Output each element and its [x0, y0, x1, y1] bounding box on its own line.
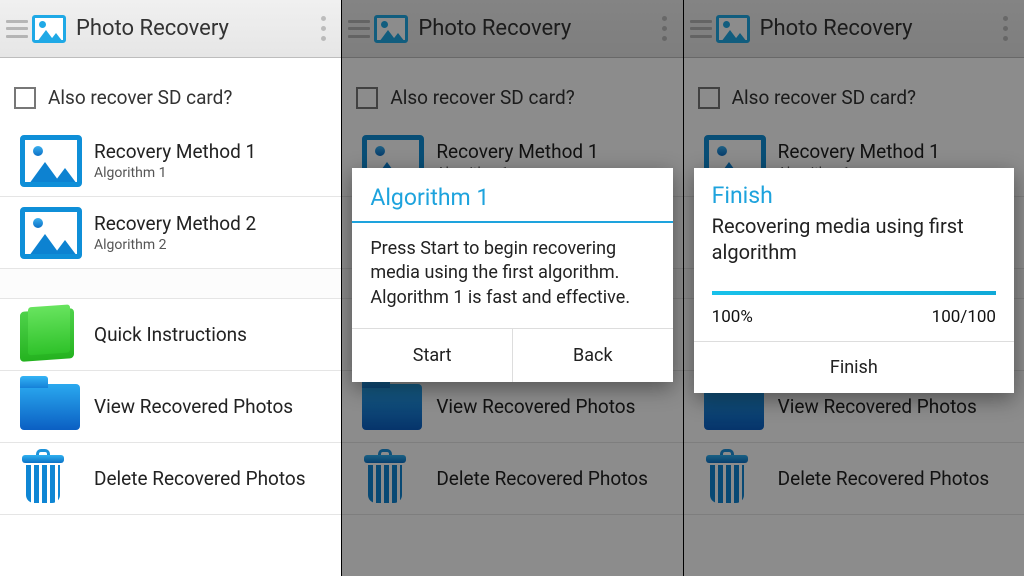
progress-dialog: Finish Recovering media using first algo… — [694, 168, 1014, 393]
back-button[interactable]: Back — [512, 329, 673, 382]
recovery-method-2[interactable]: Recovery Method 2 Algorithm 2 — [0, 197, 341, 269]
method-2-sub: Algorithm 2 — [94, 237, 256, 253]
progress-percent: 100% — [712, 307, 753, 327]
overflow-menu-icon[interactable] — [655, 16, 675, 41]
sdcard-checkbox-row: Also recover SD card? — [684, 76, 1024, 125]
hamburger-icon[interactable] — [6, 20, 28, 38]
recovery-method-1[interactable]: Recovery Method 1 Algorithm 1 — [0, 125, 341, 197]
progress-stats: 100% 100/100 — [694, 301, 1014, 341]
titlebar: Photo Recovery — [0, 0, 341, 58]
hamburger-icon[interactable] — [690, 20, 712, 38]
dialog-divider — [352, 221, 672, 223]
overflow-menu-icon[interactable] — [313, 16, 333, 41]
start-button[interactable]: Start — [352, 329, 512, 382]
instructions-label: Quick Instructions — [94, 323, 247, 346]
book-icon — [20, 308, 74, 362]
view-recovered[interactable]: View Recovered Photos — [0, 371, 341, 443]
app-title: Photo Recovery — [76, 16, 313, 41]
folder-icon — [20, 384, 80, 430]
progress-title: Finish — [694, 168, 1014, 213]
sdcard-checkbox-row[interactable]: Also recover SD card? — [0, 76, 341, 125]
app-title: Photo Recovery — [760, 16, 996, 41]
sdcard-label: Also recover SD card? — [390, 86, 574, 109]
titlebar: Photo Recovery — [684, 0, 1024, 58]
hamburger-icon[interactable] — [348, 20, 370, 38]
checkbox-icon — [698, 87, 720, 109]
quick-instructions[interactable]: Quick Instructions — [0, 299, 341, 371]
method-1-label: Recovery Method 1 — [94, 140, 256, 163]
delete-recovered: Delete Recovered Photos — [342, 443, 682, 515]
app-logo-icon — [716, 15, 750, 43]
delete-recovered[interactable]: Delete Recovered Photos — [0, 443, 341, 515]
dialog-title: Algorithm 1 — [352, 168, 672, 221]
finish-button[interactable]: Finish — [694, 341, 1014, 393]
sdcard-label: Also recover SD card? — [48, 86, 232, 109]
method-1-sub: Algorithm 1 — [94, 165, 256, 181]
progress-bar — [712, 291, 996, 295]
progress-count: 100/100 — [932, 307, 996, 327]
photo-icon — [20, 135, 82, 187]
sdcard-checkbox-row: Also recover SD card? — [342, 76, 682, 125]
algorithm-dialog: Algorithm 1 Press Start to begin recover… — [352, 168, 672, 382]
checkbox-icon[interactable] — [14, 87, 36, 109]
trash-icon — [704, 455, 750, 503]
dialog-buttons: Start Back — [352, 328, 672, 382]
photo-icon — [20, 207, 82, 259]
screen-main: Photo Recovery Also recover SD card? Rec… — [0, 0, 341, 576]
trash-icon — [20, 455, 66, 503]
main-content: Also recover SD card? Recovery Method 1 … — [0, 58, 341, 515]
delete-recovered: Delete Recovered Photos — [684, 443, 1024, 515]
screen-progress-dialog: Photo Recovery Also recover SD card? Rec… — [683, 0, 1024, 576]
delete-label: Delete Recovered Photos — [94, 467, 306, 490]
method-2-label: Recovery Method 2 — [94, 212, 256, 235]
folder-icon — [362, 384, 422, 430]
overflow-menu-icon[interactable] — [996, 16, 1016, 41]
progress-message: Recovering media using first algorithm — [694, 213, 1014, 265]
app-logo-icon — [374, 15, 408, 43]
view-label: View Recovered Photos — [94, 395, 293, 418]
app-title: Photo Recovery — [418, 16, 654, 41]
app-logo-icon — [32, 15, 66, 43]
titlebar: Photo Recovery — [342, 0, 682, 58]
sdcard-label: Also recover SD card? — [732, 86, 916, 109]
dialog-body: Press Start to begin recovering media us… — [352, 235, 672, 328]
trash-icon — [362, 455, 408, 503]
screen-algorithm-dialog: Photo Recovery Also recover SD card? Rec… — [341, 0, 682, 576]
divider — [0, 269, 341, 299]
checkbox-icon — [356, 87, 378, 109]
